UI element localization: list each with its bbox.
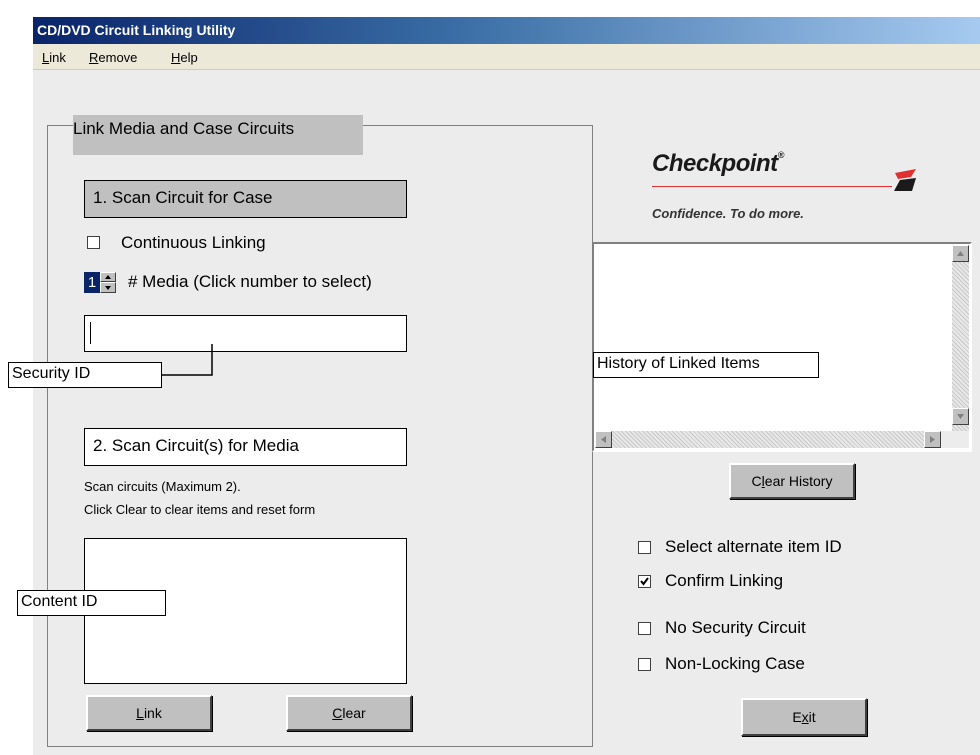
logo-trademark: ® — [777, 150, 785, 160]
step1-text: 1. Scan Circuit for Case — [93, 188, 273, 207]
menu-help[interactable]: Help — [171, 50, 198, 65]
no-security-circuit-label: No Security Circuit — [665, 618, 806, 637]
media-count-value[interactable]: 1 — [84, 272, 100, 293]
history-vertical-scrollbar[interactable] — [952, 245, 969, 434]
window-title: CD/DVD Circuit Linking Utility — [37, 22, 236, 38]
exit-e: E — [792, 709, 802, 725]
step2-scan-media-label: 2. Scan Circuit(s) for Media — [84, 428, 407, 466]
exit-rest: it — [808, 709, 816, 725]
instruction-line-2: Click Clear to clear items and reset for… — [84, 502, 316, 517]
security-id-callout: Security ID — [8, 362, 162, 388]
history-scroll-down[interactable] — [952, 408, 969, 425]
checkmark-icon — [640, 577, 649, 586]
spin-down-button[interactable] — [100, 282, 116, 293]
window-title-bar[interactable]: CD/DVD Circuit Linking Utility — [33, 17, 980, 44]
arrow-up-icon — [105, 275, 111, 279]
menu-remove[interactable]: Remove — [89, 50, 137, 65]
continuous-linking-label: Continuous Linking — [121, 233, 266, 252]
arrow-down-icon — [105, 286, 111, 290]
text-cursor — [90, 322, 91, 344]
logo-underline — [652, 186, 892, 187]
history-scroll-up[interactable] — [952, 245, 969, 262]
history-scroll-right[interactable] — [924, 431, 941, 448]
menu-link-rest: ink — [49, 50, 66, 65]
logo-brand: Checkpoint — [652, 150, 778, 177]
clear-history-button[interactable]: Clear History — [729, 463, 855, 499]
security-id-leader-line — [160, 344, 213, 376]
arrow-left-icon — [601, 436, 606, 443]
scrollbar-corner — [941, 431, 969, 448]
link-button-rest: ink — [143, 705, 162, 721]
checkpoint-logo-icon — [894, 169, 916, 191]
exit-button[interactable]: Exit — [741, 698, 867, 736]
arrow-right-icon — [930, 436, 935, 443]
link-button[interactable]: Link — [86, 695, 212, 731]
group-title: Link Media and Case Circuits — [73, 115, 363, 155]
history-scroll-left[interactable] — [595, 431, 612, 448]
confirm-linking-checkbox[interactable] — [638, 575, 651, 588]
exit-accel: x — [801, 709, 809, 725]
history-list[interactable] — [592, 242, 972, 452]
menu-remove-rest: emove — [98, 50, 138, 65]
content-id-callout: Content ID — [17, 590, 166, 616]
group-title-text: Link Media and Case Circuits — [73, 119, 295, 138]
history-horizontal-scrollbar[interactable] — [595, 431, 952, 448]
history-callout: History of Linked Items — [593, 352, 819, 378]
clear-history-c: C — [751, 473, 762, 489]
non-locking-case-checkbox[interactable] — [638, 658, 651, 671]
step2-text: 2. Scan Circuit(s) for Media — [93, 436, 299, 455]
no-security-circuit-checkbox[interactable] — [638, 622, 651, 635]
select-alternate-id-checkbox[interactable] — [638, 541, 651, 554]
spin-up-button[interactable] — [100, 272, 116, 282]
confirm-linking-label: Confirm Linking — [665, 571, 784, 590]
instruction-line-1: Scan circuits (Maximum 2). — [84, 479, 241, 494]
arrow-up-icon — [957, 251, 964, 256]
continuous-linking-checkbox[interactable] — [87, 236, 100, 249]
media-count-label: # Media (Click number to select) — [128, 272, 372, 291]
menu-link[interactable]: Link — [42, 50, 66, 65]
menu-help-rest: elp — [180, 50, 198, 65]
logo-tagline: Confidence. To do more. — [652, 206, 804, 221]
clear-history-rest: ear History — [764, 473, 833, 489]
select-alternate-id-label: Select alternate item ID — [665, 537, 842, 556]
clear-button-rest: lear — [342, 705, 366, 721]
link-button-accel: L — [136, 705, 144, 721]
security-id-input[interactable] — [84, 315, 407, 352]
clear-button[interactable]: Clear — [286, 695, 412, 731]
arrow-down-icon — [957, 414, 964, 419]
clear-button-accel: C — [332, 705, 343, 721]
checkpoint-logo-text: Checkpoint® — [652, 150, 784, 178]
non-locking-case-label: Non-Locking Case — [665, 654, 805, 673]
menu-bar: Link Remove Help — [33, 44, 980, 70]
step1-scan-case-label: 1. Scan Circuit for Case — [84, 180, 407, 218]
